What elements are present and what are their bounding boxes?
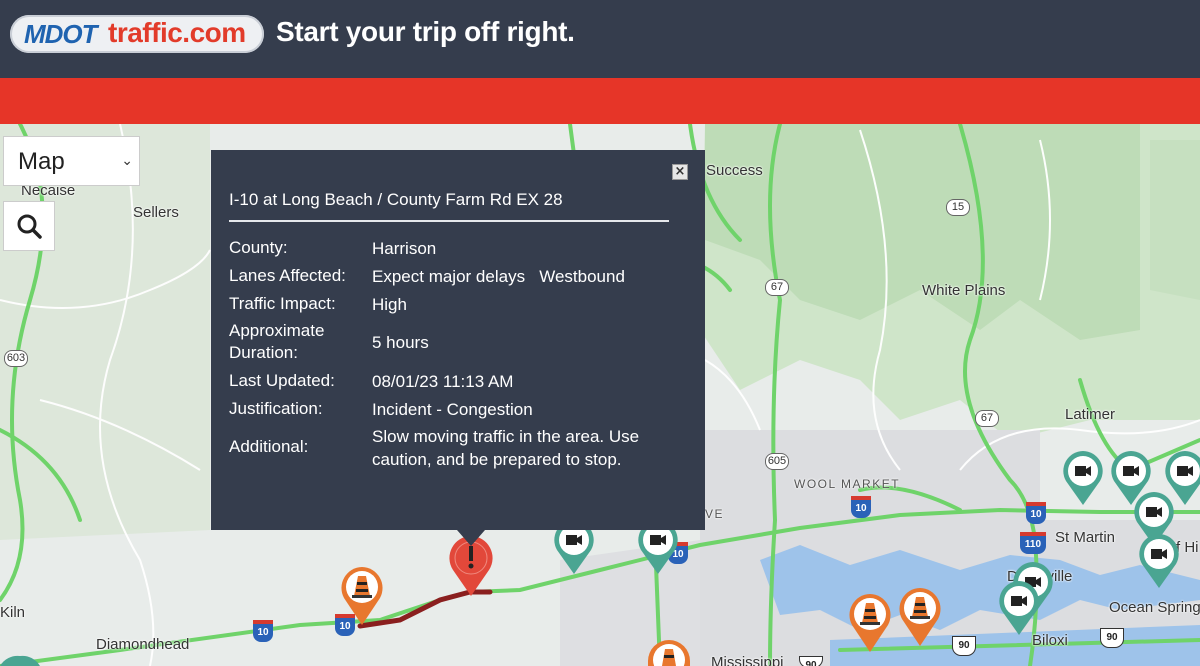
- place-label-fragment-ve: VE: [705, 507, 725, 521]
- route-shield-603: 603: [4, 350, 28, 367]
- interstate-shield-10-east: 10: [851, 496, 871, 518]
- traffic-camera-pin[interactable]: [1060, 449, 1106, 507]
- chevron-down-icon: ⌄: [121, 153, 133, 169]
- field-value-justification: Incident - Congestion: [372, 400, 533, 419]
- place-label-success: Success: [706, 162, 763, 179]
- close-icon[interactable]: ×: [672, 164, 688, 180]
- place-label-ocean-springs: Ocean Spring: [1109, 599, 1200, 616]
- traffic-camera-pin[interactable]: [996, 579, 1042, 637]
- interstate-shield-10-far-east: 10: [1026, 502, 1046, 524]
- map-search-button[interactable]: [3, 201, 55, 251]
- interstate-shield-110: 110: [1020, 532, 1046, 554]
- field-value-lanes-affected: Expect major delays Westbound: [372, 267, 625, 286]
- field-label-lanes-affected: Lanes Affected:: [229, 266, 346, 285]
- place-label-sellers: Sellers: [133, 204, 179, 221]
- place-label-diamondhead: Diamondhead: [96, 636, 190, 653]
- field-value-additional: Slow moving traffic in the area. Use cau…: [372, 427, 640, 469]
- traffic-camera-pin[interactable]: [1136, 532, 1182, 590]
- place-label-st-martin: St Martin: [1055, 529, 1116, 546]
- map-type-selected-value: Map: [18, 148, 65, 175]
- search-icon: [17, 214, 42, 239]
- construction-pin[interactable]: [646, 638, 692, 666]
- field-label-additional: Additional:: [229, 437, 309, 456]
- route-shield-15: 15: [946, 199, 970, 216]
- field-label-justification: Justification:: [229, 399, 323, 418]
- popup-title: I-10 at Long Beach / County Farm Rd EX 2…: [229, 190, 563, 209]
- logo-mdot-text: MDOT: [24, 19, 98, 49]
- route-shield-67-north: 67: [765, 279, 789, 296]
- site-header: MDOT traffic.com Start your trip off rig…: [0, 0, 1200, 78]
- popup-divider: [229, 220, 669, 222]
- field-label-traffic-impact: Traffic Impact:: [229, 294, 336, 313]
- place-label-kiln: Kiln: [0, 604, 26, 621]
- map-type-select[interactable]: Map ⌄: [3, 136, 140, 186]
- place-label-wool-market: WOOL MARKET: [794, 477, 901, 491]
- field-label-county: County:: [229, 238, 288, 257]
- route-shield-605: 605: [765, 453, 789, 470]
- construction-pin[interactable]: [847, 592, 893, 654]
- place-label-latimer: Latimer: [1065, 406, 1116, 423]
- incident-info-popup: × I-10 at Long Beach / County Farm Rd EX…: [211, 150, 705, 546]
- field-value-traffic-impact: High: [372, 295, 407, 314]
- construction-pin[interactable]: [339, 565, 385, 627]
- header-tagline: Start your trip off right.: [276, 16, 575, 47]
- route-shield-67-south: 67: [975, 410, 999, 427]
- place-label-white-plains: White Plains: [922, 282, 1006, 299]
- field-label-approximate-duration: Approximate Duration:: [229, 321, 325, 362]
- popup-pointer: [457, 530, 485, 546]
- mdottraffic-logo[interactable]: MDOT traffic.com: [10, 15, 264, 53]
- construction-pin[interactable]: [897, 586, 943, 648]
- place-label-mississippi: Mississippi: [711, 654, 784, 666]
- alert-banner-bar: [0, 78, 1200, 124]
- field-label-last-updated: Last Updated:: [229, 371, 335, 390]
- logo-traffic-text: traffic.com: [108, 17, 246, 48]
- traffic-camera-pin[interactable]: [0, 652, 40, 666]
- field-value-county: Harrison: [372, 239, 437, 258]
- us-shield-90-south: 90: [799, 656, 823, 666]
- field-value-approximate-duration: 5 hours: [372, 333, 429, 352]
- us-shield-90-east: 90: [1100, 628, 1124, 648]
- interstate-shield-10-west: 10: [253, 620, 273, 642]
- field-value-last-updated: 08/01/23 11:13 AM: [372, 372, 514, 391]
- us-shield-90-west: 90: [952, 636, 976, 656]
